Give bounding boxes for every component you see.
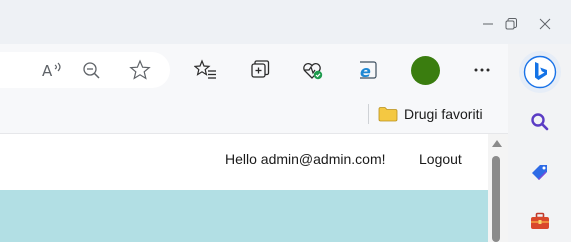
tools-briefcase-icon	[531, 212, 549, 229]
sidebar-search-button[interactable]	[524, 106, 556, 138]
close-button[interactable]	[522, 8, 568, 40]
favorites-separator	[368, 104, 369, 124]
page-banner	[0, 190, 488, 242]
sidebar-shopping-button[interactable]	[524, 156, 556, 188]
favorites-list-icon	[194, 59, 216, 79]
close-icon	[539, 18, 551, 30]
profile-avatar[interactable]	[411, 56, 440, 85]
search-icon	[531, 113, 549, 131]
collections-button[interactable]	[245, 56, 275, 84]
scrollbar-thumb[interactable]	[492, 156, 500, 242]
more-options-button[interactable]	[467, 56, 497, 84]
logout-link[interactable]: Logout	[419, 151, 462, 167]
ie-mode-button[interactable]: e	[352, 56, 382, 84]
read-aloud-icon: A	[42, 62, 61, 80]
svg-text:e: e	[360, 62, 371, 81]
folder-icon	[378, 107, 398, 122]
favorite-star-icon	[129, 59, 151, 80]
shopping-tag-icon	[532, 165, 547, 180]
bing-copilot-button[interactable]	[519, 51, 561, 93]
user-greeting: Hello admin@admin.com!	[225, 151, 386, 167]
zoom-out-button[interactable]	[76, 56, 106, 84]
read-aloud-button[interactable]: A	[37, 56, 67, 84]
collections-icon	[251, 60, 270, 78]
add-favorite-button[interactable]	[125, 56, 155, 84]
favorites-folder-drugi-favoriti[interactable]: Drugi favoriti	[372, 100, 489, 128]
bing-copilot-icon	[523, 55, 557, 89]
browser-essentials-icon	[303, 63, 323, 80]
internet-explorer-mode-icon: e	[360, 61, 377, 81]
sidebar-tools-button[interactable]	[524, 205, 556, 237]
browser-essentials-button[interactable]	[298, 56, 328, 84]
favorites-folder-label: Drugi favoriti	[404, 106, 483, 122]
svg-text:A: A	[42, 62, 53, 80]
favorites-button[interactable]	[191, 56, 221, 84]
scroll-up-arrow-icon[interactable]	[492, 140, 502, 147]
zoom-out-icon	[83, 62, 100, 79]
more-options-icon	[474, 68, 490, 72]
restore-icon	[505, 18, 517, 30]
